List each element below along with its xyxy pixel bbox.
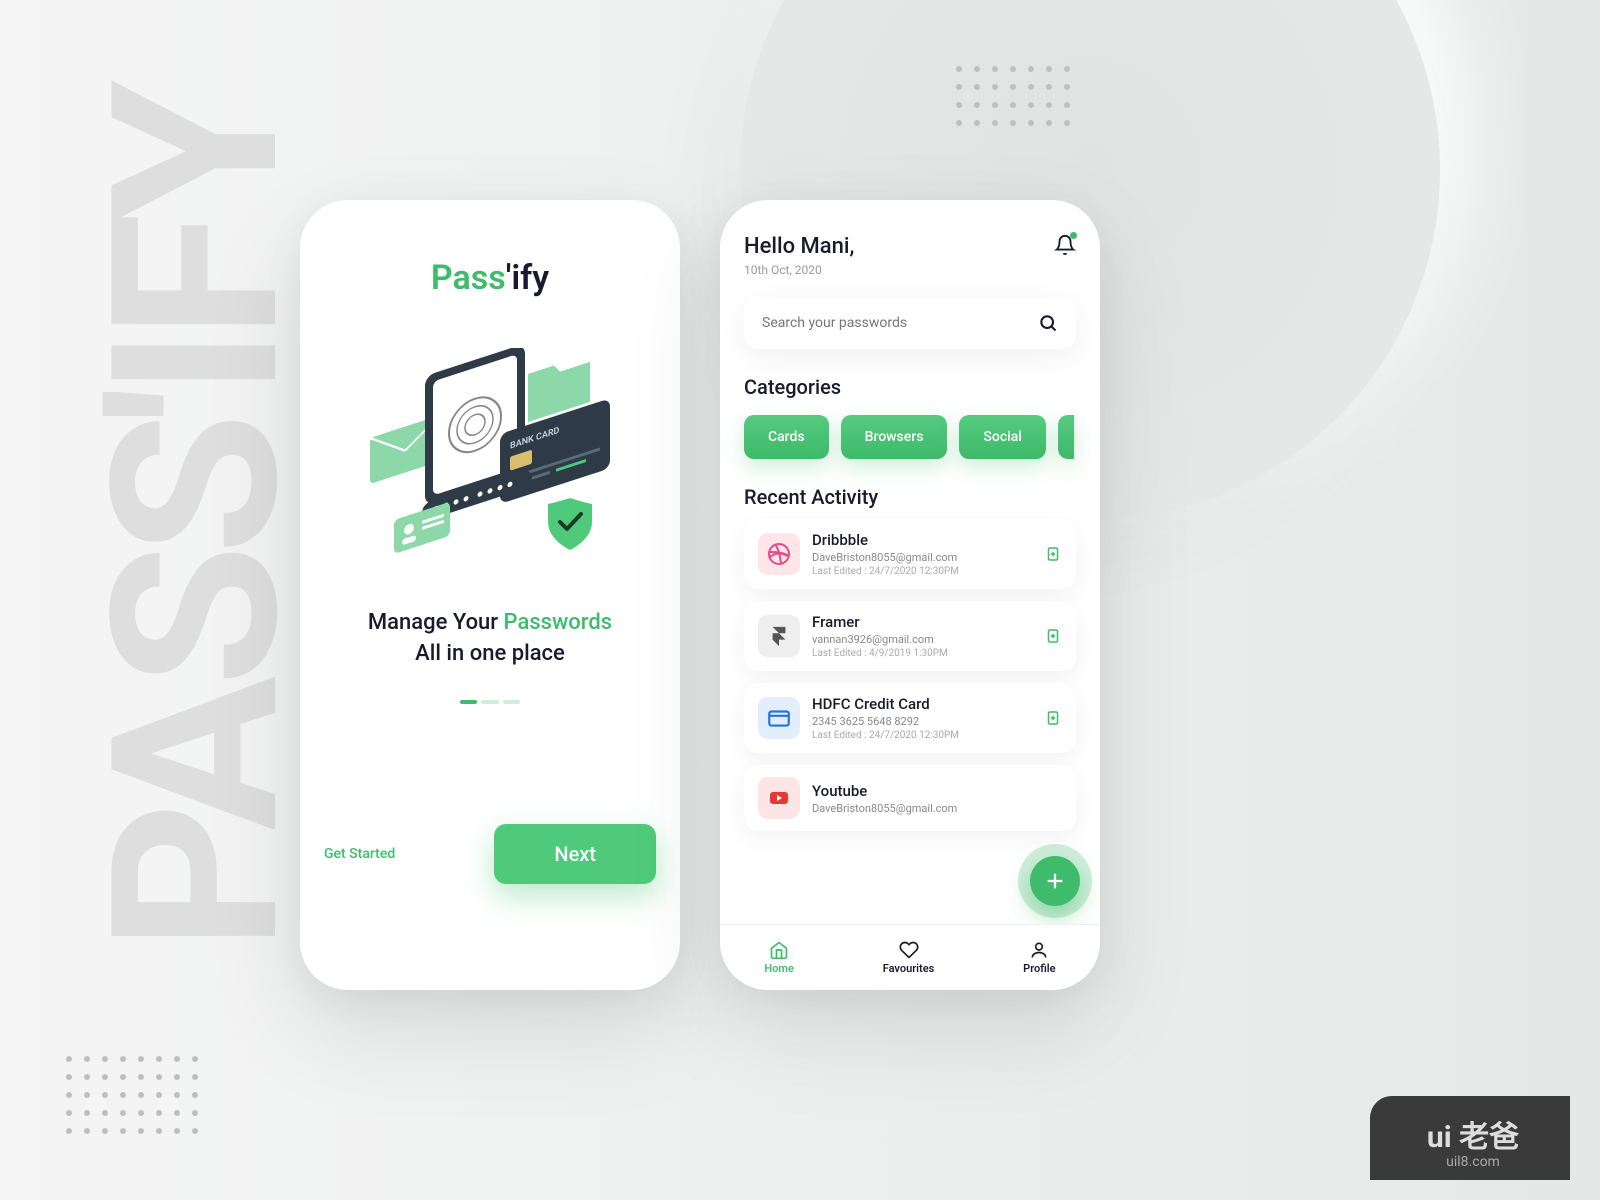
next-button[interactable]: Next xyxy=(494,824,656,884)
notification-button[interactable] xyxy=(1054,234,1076,260)
item-meta: Last Edited : 4/9/2019 1:30PM xyxy=(812,648,1032,659)
tab-label: Home xyxy=(764,962,794,975)
phone-splash-screen: Pass'ify BANK CARD xyxy=(300,200,680,990)
item-title: HDFC Credit Card xyxy=(812,695,1032,713)
app-logo: Pass'ify xyxy=(324,258,656,298)
background-brand-text: PASS'IFY xyxy=(100,90,296,950)
watermark-subtitle: uil8.com xyxy=(1400,1154,1546,1170)
item-title: Framer xyxy=(812,613,1032,631)
item-subtitle: vannan3926@gmail.com xyxy=(812,633,1032,646)
search-icon xyxy=(1038,313,1058,333)
password-item-youtube[interactable]: Youtube DaveBriston8055@gmail.com xyxy=(744,765,1076,831)
phone-home-screen: Hello Mani, 10th Oct, 2020 Categories Ca… xyxy=(720,200,1100,990)
dribbble-icon xyxy=(758,533,800,575)
notification-dot xyxy=(1070,232,1077,239)
tagline-text: Manage Your xyxy=(368,610,504,635)
greeting-text: Hello Mani, xyxy=(744,234,854,259)
add-button[interactable] xyxy=(1030,856,1080,906)
password-item-dribbble[interactable]: Dribbble DaveBriston8055@gmail.com Last … xyxy=(744,519,1076,589)
credit-card-icon xyxy=(758,697,800,739)
home-icon xyxy=(769,940,789,960)
page-indicator xyxy=(460,700,520,704)
tagline-line2: All in one place xyxy=(415,641,565,666)
bottom-tab-bar: Home Favourites Profile xyxy=(720,924,1100,990)
get-started-link[interactable]: Get Started xyxy=(324,846,395,862)
tab-label: Profile xyxy=(1023,962,1055,975)
youtube-icon xyxy=(758,777,800,819)
item-title: Youtube xyxy=(812,782,1062,800)
decorative-dots xyxy=(60,1050,220,1140)
heart-icon xyxy=(899,940,919,960)
search-input[interactable] xyxy=(762,315,1038,331)
profile-icon xyxy=(1029,940,1049,960)
plus-icon xyxy=(1044,870,1066,892)
copy-icon[interactable] xyxy=(1044,627,1062,645)
tab-favourites[interactable]: Favourites xyxy=(883,940,935,975)
password-item-framer[interactable]: Framer vannan3926@gmail.com Last Edited … xyxy=(744,601,1076,671)
security-illustration: BANK CARD xyxy=(360,348,620,568)
decorative-dots xyxy=(950,60,1090,132)
recent-heading: Recent Activity xyxy=(744,485,1076,509)
watermark-badge: ui 老爸 uil8.com xyxy=(1370,1096,1570,1180)
item-subtitle: DaveBriston8055@gmail.com xyxy=(812,802,1062,815)
category-chip-more[interactable] xyxy=(1058,415,1074,459)
category-chip-social[interactable]: Social xyxy=(959,415,1045,459)
watermark-title: ui 老爸 xyxy=(1427,1120,1519,1155)
item-title: Dribbble xyxy=(812,531,1032,549)
password-item-hdfc[interactable]: HDFC Credit Card 2345 3625 5648 8292 Las… xyxy=(744,683,1076,753)
copy-icon[interactable] xyxy=(1044,545,1062,563)
item-meta: Last Edited : 24/7/2020 12:30PM xyxy=(812,566,1032,577)
tab-profile[interactable]: Profile xyxy=(1023,940,1055,975)
tab-label: Favourites xyxy=(883,962,935,975)
search-bar[interactable] xyxy=(744,297,1076,349)
categories-heading: Categories xyxy=(744,375,1076,399)
framer-icon xyxy=(758,615,800,657)
category-chip-browsers[interactable]: Browsers xyxy=(841,415,948,459)
item-subtitle: 2345 3625 5648 8292 xyxy=(812,715,1032,728)
category-chip-cards[interactable]: Cards xyxy=(744,415,829,459)
item-meta: Last Edited : 24/7/2020 12:30PM xyxy=(812,730,1032,741)
logo-part2: 'ify xyxy=(506,258,549,298)
item-subtitle: DaveBriston8055@gmail.com xyxy=(812,551,1032,564)
tagline: Manage Your Passwords All in one place xyxy=(324,608,656,670)
date-text: 10th Oct, 2020 xyxy=(744,263,854,277)
logo-part1: Pass xyxy=(431,258,506,298)
copy-icon[interactable] xyxy=(1044,709,1062,727)
tagline-accent: Passwords xyxy=(504,610,613,635)
tab-home[interactable]: Home xyxy=(764,940,794,975)
